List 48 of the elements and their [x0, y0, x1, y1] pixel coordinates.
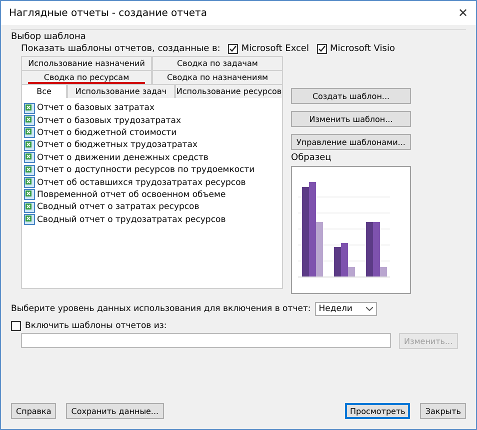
window-title: Наглядные отчеты - создание отчета [9, 8, 207, 18]
template-button[interactable]: Управление шаблонами... [291, 134, 411, 150]
include-templates-label: Включить шаблоны отчетов из: [25, 321, 167, 331]
spreadsheet-icon [24, 152, 35, 164]
preview-label: Образец [291, 153, 332, 163]
spreadsheet-icon [24, 177, 35, 188]
close-button[interactable]: ✕ [458, 6, 468, 20]
spreadsheet-icon [24, 140, 35, 151]
report-item[interactable]: Отчет о базовых трудозатратах [24, 114, 282, 127]
report-item[interactable]: Сводный отчет о трудозатратах ресурсов [24, 214, 282, 226]
group-title: Выбор шаблона [11, 32, 86, 42]
checkbox-label: Microsoft Visio [330, 44, 395, 54]
usage-level-dropdown[interactable]: Недели [314, 302, 377, 316]
report-item[interactable]: Отчет об оставшихся трудозатратах ресурсов [24, 176, 282, 189]
tab[interactable]: Использование назначений [21, 56, 152, 70]
checkbox-label: Microsoft Excel [241, 44, 309, 54]
dialog-button[interactable]: Справка [11, 403, 56, 419]
show-templates-label: Показать шаблоны отчетов, созданные в: [21, 44, 220, 54]
spreadsheet-icon [24, 202, 35, 213]
dialog-button[interactable]: Просмотреть [345, 403, 410, 419]
template-button[interactable]: Изменить шаблон... [291, 111, 411, 127]
spreadsheet-icon [24, 102, 35, 114]
chevron-icon [366, 307, 373, 311]
spreadsheet-icon [24, 214, 35, 226]
tab[interactable]: Использование ресурсов [175, 84, 283, 98]
report-item[interactable]: Отчет о бюджетной стоимости [24, 126, 282, 140]
dialog-button[interactable]: Закрыть [420, 403, 466, 419]
tab[interactable]: Сводка по назначениям [152, 70, 283, 84]
tab[interactable]: Сводка по задачам [152, 56, 283, 70]
tab[interactable]: Все [21, 84, 67, 98]
usage-level-label: Выберите уровень данных использования для включения в отчет: [11, 304, 311, 314]
spreadsheet-icon [24, 115, 35, 126]
report-item[interactable]: Отчет о базовых затратах [24, 102, 282, 114]
tab[interactable]: Использование задач [67, 84, 175, 98]
tab[interactable]: Сводка по ресурсам [21, 70, 152, 84]
report-item[interactable]: Сводный отчет о затратах ресурсов [24, 201, 282, 214]
report-item[interactable]: Отчет о движении денежных средств [24, 152, 282, 164]
checkbox[interactable] [316, 44, 327, 54]
spreadsheet-icon [24, 164, 35, 176]
checkbox[interactable] [228, 44, 238, 54]
dialog-button[interactable]: Сохранить данные... [66, 403, 164, 419]
report-item[interactable]: Отчет о доступности ресурсов по трудоемкости [24, 164, 282, 176]
report-item[interactable]: Повременной отчет об освоенном объеме [24, 188, 282, 202]
report-item[interactable]: Отчет о бюджетных трудозатратах [24, 139, 282, 152]
spreadsheet-icon [24, 189, 35, 200]
template-button[interactable]: Создать шаблон... [291, 88, 411, 104]
spreadsheet-icon [24, 127, 35, 138]
checkbox[interactable] [11, 321, 21, 331]
